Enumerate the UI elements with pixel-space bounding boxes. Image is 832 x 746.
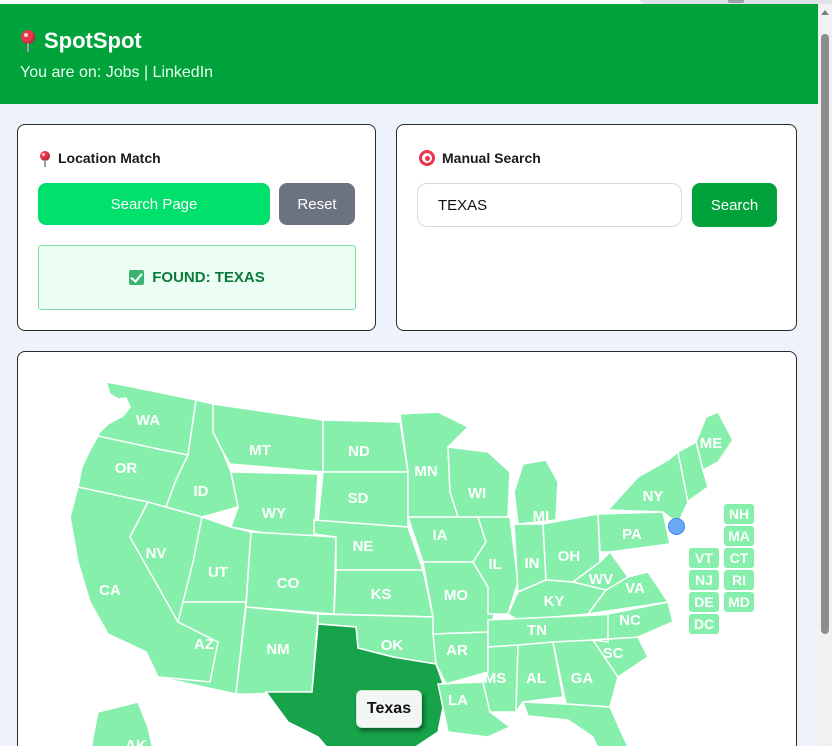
small-state-RI[interactable]: RI (724, 570, 754, 590)
label-MI: MI (533, 508, 550, 525)
app-title: SpotSpot (44, 28, 142, 53)
small-state-VT[interactable]: VT (689, 548, 719, 568)
scroll-up-arrow-icon[interactable] (821, 10, 829, 15)
app-title-row: SpotSpot (20, 28, 800, 54)
label-WY: WY (262, 505, 286, 522)
direct-hit-target-icon (419, 150, 435, 166)
manual-search-card: Manual Search Search (396, 124, 797, 331)
label-AZ: AZ (194, 636, 214, 653)
label-OH: OH (558, 548, 581, 565)
label-KY: KY (544, 593, 565, 610)
small-state-MA[interactable]: MA (724, 526, 754, 546)
round-pushpin-icon (20, 30, 36, 52)
label-WI: WI (468, 485, 486, 502)
label-CA: CA (99, 582, 121, 599)
small-state-NH[interactable]: NH (724, 504, 754, 524)
label-LA: LA (448, 692, 468, 709)
small-state-CT[interactable]: CT (724, 548, 754, 568)
manual-search-title: Manual Search (442, 150, 541, 166)
label-ND: ND (348, 443, 370, 460)
label-ID: ID (194, 483, 209, 500)
label-AK: AK (125, 737, 147, 746)
label-AL: AL (526, 670, 546, 687)
label-IL: IL (488, 556, 501, 573)
location-match-title: Location Match (58, 150, 161, 166)
label-MS: MS (484, 670, 507, 687)
small-state-DE[interactable]: DE (689, 592, 719, 612)
us-map: WA OR CA NV ID MT WY UT CO AZ NM ND SD N… (69, 381, 734, 746)
match-result-box: FOUND: TEXAS (38, 245, 356, 310)
label-MO: MO (444, 587, 468, 604)
search-button[interactable]: Search (692, 183, 777, 227)
label-OK: OK (381, 637, 404, 654)
label-NY: NY (643, 488, 664, 505)
small-state-NJ[interactable]: NJ (689, 570, 719, 590)
label-PA: PA (622, 526, 642, 543)
label-AR: AR (446, 642, 468, 659)
label-VA: VA (625, 580, 645, 597)
state-search-input[interactable] (417, 183, 682, 227)
label-IA: IA (433, 527, 448, 544)
label-GA: GA (571, 670, 594, 687)
state-WI[interactable] (447, 446, 511, 518)
label-NV: NV (146, 545, 167, 562)
label-WV: WV (589, 571, 613, 588)
state-FL[interactable] (521, 701, 633, 746)
location-match-title-row: Location Match (40, 150, 161, 167)
current-site-label: You are on: Jobs | LinkedIn (20, 64, 214, 81)
label-NM: NM (266, 641, 289, 658)
search-page-button[interactable]: Search Page (38, 183, 270, 225)
browser-tab-indicator (728, 0, 744, 3)
label-SD: SD (348, 490, 369, 507)
location-marker[interactable] (668, 518, 685, 535)
label-TN: TN (527, 622, 547, 639)
label-NE: NE (353, 538, 374, 555)
match-result-text: FOUND: TEXAS (152, 269, 265, 286)
manual-search-title-row: Manual Search (419, 150, 541, 166)
label-OR: OR (115, 460, 138, 477)
page-scrollbar[interactable] (818, 4, 832, 746)
state-tooltip: Texas (356, 690, 422, 728)
us-map-card: WA OR CA NV ID MT WY UT CO AZ NM ND SD N… (17, 351, 797, 746)
label-IN: IN (525, 555, 540, 572)
small-state-DC[interactable]: DC (689, 614, 719, 634)
location-match-card: Location Match Search Page Reset FOUND: … (17, 124, 376, 331)
label-NC: NC (619, 612, 641, 629)
round-pushpin-icon (40, 151, 51, 167)
label-WA: WA (136, 412, 160, 429)
label-MN: MN (414, 463, 437, 480)
check-box-icon (129, 270, 145, 285)
label-MT: MT (249, 442, 271, 459)
small-state-MD[interactable]: MD (724, 592, 754, 612)
app-header: SpotSpot You are on: Jobs | LinkedIn (0, 4, 818, 104)
state-MT[interactable] (212, 403, 324, 473)
label-CO: CO (277, 575, 300, 592)
label-KS: KS (371, 586, 392, 603)
label-SC: SC (603, 645, 624, 662)
label-ME: ME (700, 435, 723, 452)
label-UT: UT (208, 564, 228, 581)
state-CO[interactable] (245, 531, 337, 615)
scrollbar-thumb[interactable] (821, 34, 829, 634)
reset-button[interactable]: Reset (279, 183, 355, 225)
state-AK[interactable] (88, 701, 158, 746)
